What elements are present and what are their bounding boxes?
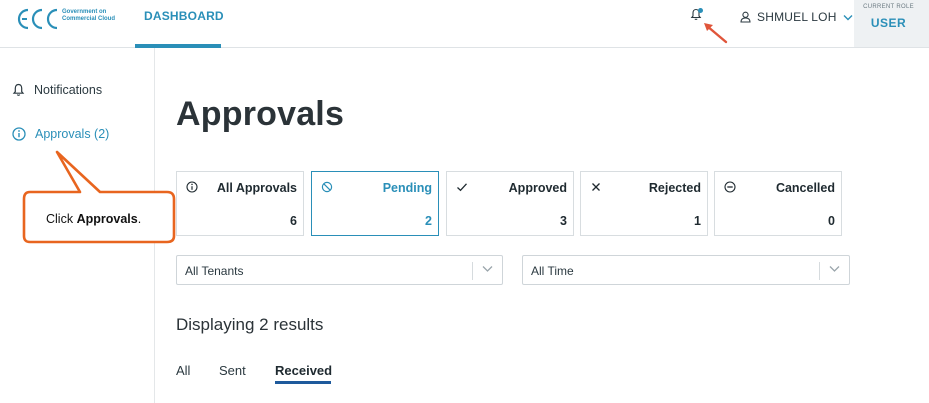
callout-suffix: . [137,212,142,226]
sidebar-item-notifications[interactable]: Notifications [12,81,102,99]
card-all-approvals[interactable]: All Approvals 6 [176,171,304,236]
callout-bubble [22,150,176,244]
time-select-value: All Time [531,264,574,278]
info-circle-icon [186,181,198,193]
sidebar-item-label: Approvals (2) [35,127,110,141]
user-name: SHMUEL LOH [757,10,837,24]
nav-dashboard-tab[interactable]: DASHBOARD [135,0,224,48]
chevron-down-icon [482,266,493,272]
x-icon [592,183,600,191]
select-divider [472,262,473,280]
callout-prefix: Click [46,212,77,226]
card-approved[interactable]: Approved 3 [446,171,574,236]
gcc-logo[interactable]: Government on Commercial Cloud [14,4,126,34]
ban-icon [321,181,333,193]
info-circle-icon [12,127,26,141]
current-role-caption: CURRENT ROLE [863,4,914,10]
callout-bold: Approvals [76,212,138,226]
results-count: Displaying 2 results [176,315,324,334]
notification-dot [698,8,703,13]
tenant-select[interactable]: All Tenants [176,255,503,285]
card-label: Cancelled [775,181,835,195]
page-title: Approvals [176,95,345,133]
chevron-down-icon [843,14,853,20]
callout-text: Click Approvals. [46,212,141,226]
card-label: Rejected [648,181,701,195]
current-role-value: USER [870,16,907,30]
sidebar-item-label: Notifications [34,83,103,97]
active-tab-underline [275,381,331,384]
card-count: 6 [290,214,297,228]
time-select[interactable]: All Time [522,255,850,285]
card-label: All Approvals [216,181,297,195]
nav-dashboard-label: DASHBOARD [144,9,224,23]
tab-received[interactable]: Received [275,363,332,378]
card-label: Pending [382,181,432,195]
card-label: Approved [508,181,567,195]
card-count: 0 [828,214,835,228]
card-rejected[interactable]: Rejected 1 [580,171,708,236]
card-count: 2 [425,214,432,228]
sidebar-item-approvals[interactable]: Approvals (2) [12,125,109,143]
chevron-down-icon [829,266,840,272]
card-count: 1 [694,214,701,228]
minus-circle-icon [724,181,736,193]
bell-icon [12,83,25,96]
check-icon [457,183,467,192]
logo-wordmark: Government on Commercial Cloud [62,9,132,23]
top-bar: Government on Commercial Cloud DASHBOARD… [0,0,929,48]
annotation-arrow-icon [704,23,728,44]
gcc-logo-mark [17,8,58,30]
card-pending[interactable]: Pending 2 [311,171,439,236]
current-role-panel[interactable]: CURRENT ROLE USER [854,0,929,47]
select-divider [819,262,820,280]
tab-all[interactable]: All [176,363,190,378]
logo-line-1: Government on [62,9,107,15]
tenant-select-value: All Tenants [185,264,244,278]
logo-line-2: Commercial Cloud [62,16,116,22]
user-icon [740,11,751,23]
tab-sent[interactable]: Sent [219,363,246,378]
card-cancelled[interactable]: Cancelled 0 [714,171,842,236]
card-count: 3 [560,214,567,228]
user-menu[interactable]: SHMUEL LOH [740,9,853,25]
